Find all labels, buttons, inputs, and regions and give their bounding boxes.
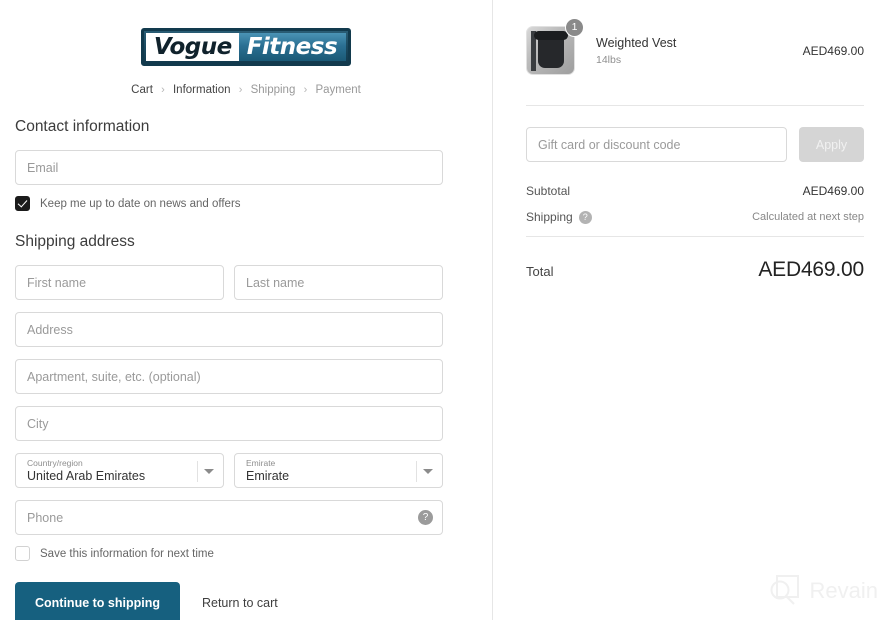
shipping-label: Shipping xyxy=(526,210,573,224)
discount-row: Apply xyxy=(526,127,864,162)
breadcrumb: Cart › Information › Shipping › Payment xyxy=(15,83,477,97)
logo-text-vogue: Vogue xyxy=(145,33,239,61)
newsletter-label: Keep me up to date on news and offers xyxy=(40,197,241,210)
help-icon[interactable]: ? xyxy=(418,510,433,525)
continue-to-shipping-button[interactable]: Continue to shipping xyxy=(15,582,180,620)
emirate-select-label: Emirate xyxy=(246,458,276,468)
shipping-row: Shipping ? Calculated at next step xyxy=(526,210,864,224)
product-name: Weighted Vest xyxy=(596,35,677,50)
brand-logo[interactable]: Vogue Fitness xyxy=(15,0,477,66)
revain-logo-icon xyxy=(770,575,799,605)
form-actions: Continue to shipping Return to cart xyxy=(15,582,477,620)
shipping-address-title: Shipping address xyxy=(15,233,135,250)
totals-divider xyxy=(526,236,864,237)
checkout-form-column: Vogue Fitness Cart › Information › Shipp… xyxy=(0,0,493,620)
vest-body-shape xyxy=(534,31,568,68)
order-summary-column: 1 Weighted Vest 14lbs AED469.00 Apply Su… xyxy=(493,0,896,620)
emirate-select-value: Emirate xyxy=(246,469,290,483)
email-field[interactable] xyxy=(15,150,443,185)
save-info-checkbox[interactable] xyxy=(15,546,30,561)
country-select-label: Country/region xyxy=(27,458,83,468)
product-thumbnail-wrapper: 1 xyxy=(526,18,584,75)
subtotal-label: Subtotal xyxy=(526,184,571,198)
breadcrumb-item-payment: Payment xyxy=(315,84,361,96)
checkout-page: Vogue Fitness Cart › Information › Shipp… xyxy=(0,0,896,620)
region-field-row: Country/region United Arab Emirates Emir… xyxy=(15,453,477,488)
order-totals: Subtotal AED469.00 Shipping ? Calculated… xyxy=(526,184,864,224)
product-price: AED469.00 xyxy=(802,43,864,58)
apartment-field[interactable] xyxy=(15,359,443,394)
first-name-field[interactable] xyxy=(15,265,224,300)
country-select[interactable]: Country/region United Arab Emirates xyxy=(15,453,224,488)
breadcrumb-item-shipping: Shipping xyxy=(250,84,296,96)
newsletter-checkbox[interactable] xyxy=(15,196,30,211)
address-field[interactable] xyxy=(15,312,443,347)
city-field[interactable] xyxy=(15,406,443,441)
breadcrumb-separator: › xyxy=(238,84,243,96)
quantity-badge: 1 xyxy=(565,18,584,37)
total-label: Total xyxy=(526,264,554,279)
country-select-value: United Arab Emirates xyxy=(27,469,146,483)
logo-badge: Vogue Fitness xyxy=(140,28,352,66)
select-divider xyxy=(197,461,198,482)
phone-field-wrapper: ? xyxy=(15,500,443,535)
shipping-label-wrapper: Shipping ? xyxy=(526,210,592,224)
product-info: Weighted Vest 14lbs xyxy=(596,36,803,66)
shipping-value: Calculated at next step xyxy=(752,211,864,223)
select-divider xyxy=(416,461,417,482)
logo-text-fitness: Fitness xyxy=(238,33,347,61)
breadcrumb-item-information[interactable]: Information xyxy=(173,84,231,96)
total-value: AED469.00 xyxy=(758,258,864,281)
save-info-checkbox-row[interactable]: Save this information for next time xyxy=(15,546,477,561)
watermark-text: Revain xyxy=(809,578,878,603)
name-field-row xyxy=(15,265,477,300)
discount-code-input[interactable] xyxy=(526,127,787,162)
emirate-select[interactable]: Emirate Emirate xyxy=(234,453,443,488)
last-name-field[interactable] xyxy=(234,265,443,300)
save-info-label: Save this information for next time xyxy=(40,547,214,560)
return-to-cart-link[interactable]: Return to cart xyxy=(202,596,278,610)
newsletter-checkbox-row[interactable]: Keep me up to date on news and offers xyxy=(15,196,477,211)
subtotal-row: Subtotal AED469.00 xyxy=(526,184,864,198)
contact-information-section: Contact information Keep me up to date o… xyxy=(15,118,477,211)
shipping-address-section: Shipping address Country/region United A… xyxy=(15,233,477,620)
logo-inner: Vogue Fitness xyxy=(145,33,347,61)
breadcrumb-item-cart[interactable]: Cart xyxy=(131,84,153,96)
grand-total-row: Total AED469.00 xyxy=(526,258,864,282)
breadcrumb-separator: › xyxy=(161,84,165,96)
subtotal-value: AED469.00 xyxy=(802,184,864,198)
apply-discount-button[interactable]: Apply xyxy=(799,127,864,162)
chevron-down-icon[interactable] xyxy=(204,469,214,474)
watermark: Revain xyxy=(767,574,878,608)
chevron-down-icon[interactable] xyxy=(423,469,433,474)
breadcrumb-separator: › xyxy=(303,84,308,96)
phone-field[interactable] xyxy=(15,500,443,535)
summary-divider xyxy=(526,105,864,106)
product-variant: 14lbs xyxy=(596,53,622,66)
help-icon[interactable]: ? xyxy=(578,210,592,224)
contact-information-title: Contact information xyxy=(15,118,150,135)
order-line-item: 1 Weighted Vest 14lbs AED469.00 xyxy=(526,18,864,75)
